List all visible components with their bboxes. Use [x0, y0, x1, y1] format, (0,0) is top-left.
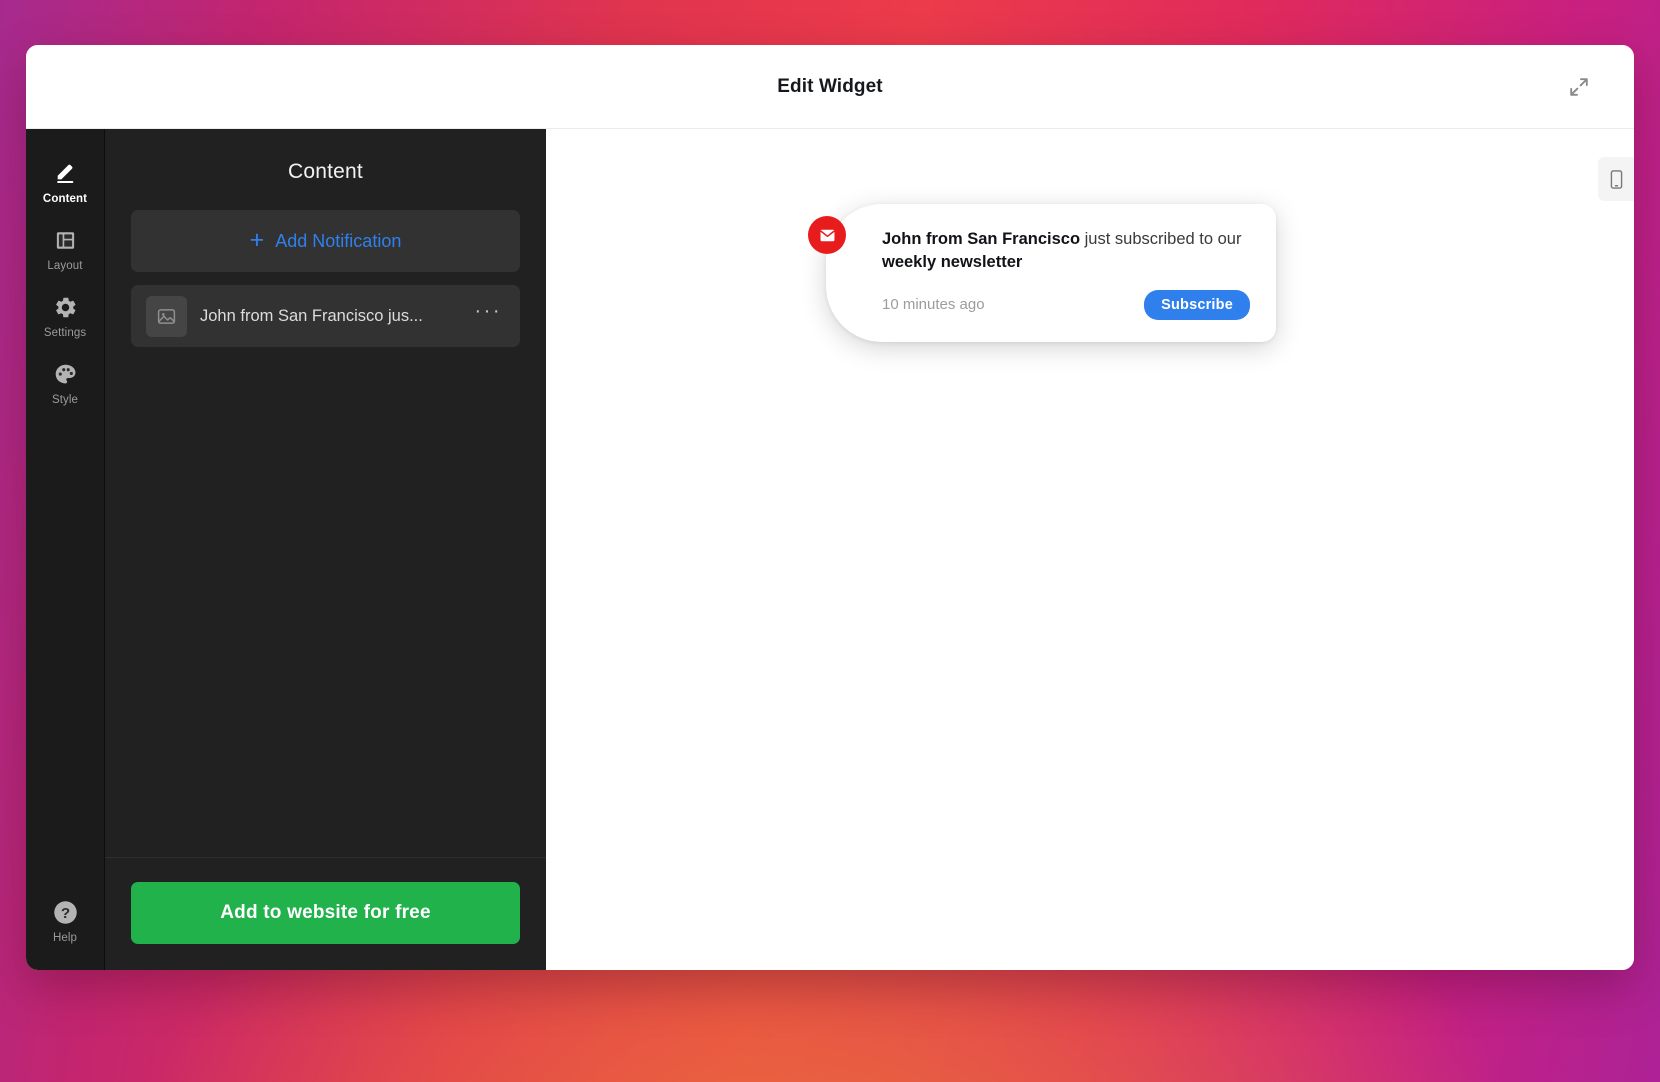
panel-footer: Add to website for free: [105, 857, 546, 970]
ellipsis-icon[interactable]: ···: [471, 305, 506, 327]
window-body: Content Layout: [26, 129, 1634, 970]
pencil-edit-icon: [53, 160, 78, 186]
image-placeholder-icon: [146, 296, 187, 337]
sidebar-rail: Content Layout: [26, 129, 105, 970]
notification-highlight-text: weekly newsletter: [882, 253, 1022, 271]
sidebar-item-style[interactable]: Style: [26, 348, 105, 415]
notification-message: John from San Francisco just subscribed …: [882, 228, 1250, 275]
sidebar-item-layout[interactable]: Layout: [26, 214, 105, 281]
notification-subject-name: John from San Francisco: [882, 230, 1080, 248]
preview-stage: John from San Francisco just subscribed …: [546, 129, 1634, 970]
sidebar-item-settings[interactable]: Settings: [26, 281, 105, 348]
envelope-icon: [808, 216, 846, 254]
sidebar-item-help[interactable]: ? Help: [26, 886, 105, 970]
add-notification-label: Add Notification: [275, 231, 401, 252]
gear-icon: [53, 294, 78, 320]
sidebar-item-content[interactable]: Content: [26, 147, 105, 214]
list-item-label: John from San Francisco jus...: [200, 307, 458, 326]
list-item[interactable]: John from San Francisco jus... ···: [131, 285, 520, 347]
panel-title: Content: [105, 129, 546, 210]
sidebar-item-label: Style: [52, 394, 78, 406]
edit-widget-window: Edit Widget Content: [26, 45, 1634, 970]
expand-diagonal-arrows-icon[interactable]: [1562, 70, 1596, 104]
content-panel: Content + Add Notification John from San: [105, 129, 546, 970]
add-notification-button[interactable]: + Add Notification: [131, 210, 520, 272]
mobile-phone-icon[interactable]: [1598, 157, 1634, 201]
plus-icon: +: [250, 228, 265, 253]
sidebar-item-label: Settings: [44, 327, 86, 339]
sidebar-item-label: Help: [53, 932, 77, 944]
window-titlebar: Edit Widget: [26, 45, 1634, 129]
sidebar-item-label: Layout: [47, 260, 82, 272]
subscribe-button[interactable]: Subscribe: [1144, 290, 1250, 320]
layout-columns-icon: [54, 227, 77, 253]
svg-text:?: ?: [60, 905, 69, 922]
panel-scroll-area: + Add Notification John from San Francis…: [105, 210, 546, 857]
notification-timestamp: 10 minutes ago: [882, 296, 985, 313]
notification-middle-text: just subscribed to our: [1080, 230, 1241, 248]
palette-icon: [53, 361, 78, 387]
sidebar-item-label: Content: [43, 193, 87, 205]
question-circle-icon: ?: [52, 899, 79, 925]
notification-card-footer: 10 minutes ago Subscribe: [882, 290, 1250, 320]
notification-preview-card: John from San Francisco just subscribed …: [826, 204, 1276, 342]
add-to-website-button[interactable]: Add to website for free: [131, 882, 520, 944]
page-title: Edit Widget: [26, 45, 1634, 129]
